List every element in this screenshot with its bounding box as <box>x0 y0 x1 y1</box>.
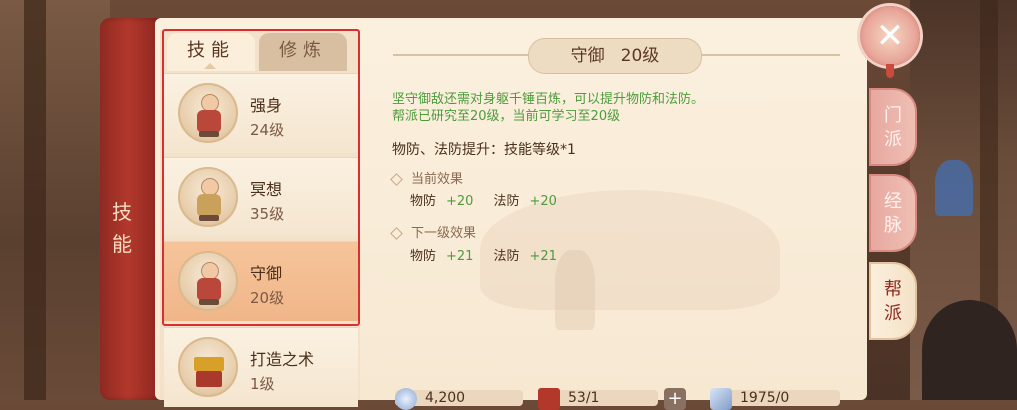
skill-item-qiangshen[interactable]: 强身 24级 <box>164 73 358 153</box>
side-tab-label: 门 <box>884 105 902 126</box>
skill-level: 20级 <box>250 289 285 307</box>
side-tab-bangpai[interactable]: 帮 派 <box>869 262 917 340</box>
anvil-icon <box>178 337 238 397</box>
skill-level: 1级 <box>250 375 275 393</box>
close-icon: ✕ <box>875 16 905 56</box>
tassel-decoration <box>886 64 894 78</box>
header-divider <box>393 54 528 56</box>
spine-title-char: 能 <box>112 232 134 256</box>
side-tab-label: 帮 <box>884 279 902 300</box>
side-tab-label: 派 <box>884 129 902 150</box>
background-pillar <box>24 0 46 400</box>
stat-value: +21 <box>446 249 474 264</box>
stat-label: 物防 <box>410 194 437 209</box>
resource-value: 1975/0 <box>740 390 790 406</box>
guild-token-icon <box>538 388 560 410</box>
resource-value: 53/1 <box>568 390 600 406</box>
skill-detail-name: 守御 <box>570 46 605 66</box>
diamond-bullet-icon <box>390 227 403 240</box>
contribution-icon <box>710 388 732 410</box>
skill-level: 24级 <box>250 121 285 139</box>
stat-label: 物防 <box>410 249 437 264</box>
monk-figure-icon <box>178 167 238 227</box>
close-button[interactable]: ✕ <box>860 6 920 66</box>
header-divider <box>700 54 840 56</box>
spine-title-char: 技 <box>112 200 134 224</box>
tab-pointer-icon <box>204 63 216 69</box>
side-tab-menpai[interactable]: 门 派 <box>869 88 917 166</box>
research-info: 帮派已研究至20级，当前可学习至20级 <box>392 109 621 124</box>
panel-spine-title: 技 能 <box>110 196 136 260</box>
stat-value: +20 <box>529 194 557 209</box>
current-effect-stats: 物防 +20 法防 +20 <box>410 190 577 209</box>
silver-coin-icon <box>395 388 417 410</box>
upgrade-rule: 物防、法防提升：技能等级*1 <box>392 142 576 158</box>
skill-name: 守御 <box>250 264 283 283</box>
skill-item-dazao[interactable]: 打造之术 1级 <box>164 327 358 407</box>
side-tab-label: 派 <box>884 303 902 324</box>
skill-name: 冥想 <box>250 180 283 199</box>
background-scene-left <box>0 0 110 400</box>
add-resource-button[interactable]: + <box>664 388 690 410</box>
stat-label: 法防 <box>493 249 520 264</box>
monk-figure-icon <box>178 251 238 311</box>
next-effect-stats: 物防 +21 法防 +21 <box>410 245 577 264</box>
current-effect-heading: 当前效果 <box>390 168 464 187</box>
diamond-bullet-icon <box>390 173 403 186</box>
skill-item-mingxiang[interactable]: 冥想 35级 <box>164 157 358 237</box>
skill-level: 35级 <box>250 205 285 223</box>
skill-item-shouyu[interactable]: 守御 20级 <box>164 241 358 321</box>
side-tab-label: 经 <box>884 191 902 212</box>
resource-value: 4,200 <box>425 390 466 406</box>
stat-label: 法防 <box>493 194 520 209</box>
monk-figure-icon <box>178 83 238 143</box>
skill-detail-title: 守御 20级 <box>528 38 702 74</box>
background-character <box>935 160 973 216</box>
section-title-text: 当前效果 <box>411 172 464 187</box>
stat-value: +21 <box>529 249 557 264</box>
background-character <box>922 300 1017 400</box>
side-tab-jingmai[interactable]: 经 脉 <box>869 174 917 252</box>
stat-value: +20 <box>446 194 474 209</box>
skill-name: 打造之术 <box>250 350 315 369</box>
tab-cultivation[interactable]: 修炼 <box>259 33 347 71</box>
section-title-text: 下一级效果 <box>411 226 477 241</box>
next-effect-heading: 下一级效果 <box>390 222 477 241</box>
add-icon: + <box>664 388 686 410</box>
skill-name: 强身 <box>250 96 283 115</box>
skill-detail-level: 20级 <box>620 46 660 66</box>
side-tab-label: 脉 <box>884 215 902 236</box>
